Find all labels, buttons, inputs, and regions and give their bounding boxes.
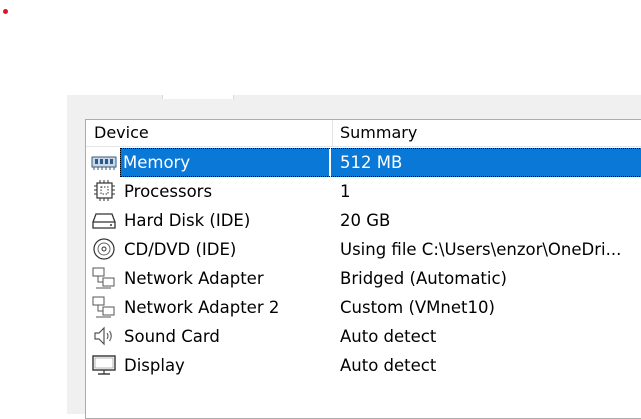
cd-dvd-icon — [91, 237, 117, 261]
display-icon — [91, 353, 117, 377]
column-separator[interactable] — [332, 120, 333, 146]
device-row-network-adapter[interactable]: Network Adapter Bridged (Automatic) — [86, 264, 641, 293]
device-row-memory[interactable]: Memory 512 MB — [86, 148, 641, 177]
hard-disk-icon — [91, 208, 117, 232]
list-header: Device Summary — [86, 120, 641, 147]
column-header-summary[interactable]: Summary — [340, 120, 417, 146]
device-summary: 1 — [340, 182, 351, 201]
device-summary: Bridged (Automatic) — [340, 269, 507, 288]
sound-card-icon — [91, 324, 117, 348]
tab-stub[interactable] — [162, 95, 234, 99]
device-summary: Using file C:\Users\enzor\OneDri... — [340, 240, 622, 259]
device-name: Sound Card — [124, 327, 220, 346]
memory-icon — [91, 150, 117, 174]
device-name: Network Adapter — [124, 269, 264, 288]
processor-icon — [91, 179, 117, 203]
device-summary: Auto detect — [340, 356, 437, 375]
device-list[interactable]: Device Summary Memory 512 MB Processors … — [85, 119, 641, 419]
device-row-cd-dvd[interactable]: CD/DVD (IDE) Using file C:\Users\enzor\O… — [86, 235, 641, 264]
column-header-device[interactable]: Device — [94, 120, 149, 146]
device-name: CD/DVD (IDE) — [124, 240, 237, 259]
device-name: Hard Disk (IDE) — [124, 211, 251, 230]
red-indicator-dot — [3, 9, 8, 14]
device-summary: Auto detect — [340, 327, 437, 346]
device-name: Memory — [120, 148, 329, 177]
device-summary: 20 GB — [340, 211, 391, 230]
hardware-panel: Device Summary Memory 512 MB Processors … — [67, 95, 641, 419]
device-row-sound-card[interactable]: Sound Card Auto detect — [86, 322, 641, 351]
device-summary: 512 MB — [340, 153, 403, 172]
device-row-processors[interactable]: Processors 1 — [86, 177, 641, 206]
device-name: Network Adapter 2 — [124, 298, 280, 317]
device-name: Processors — [124, 182, 213, 201]
device-row-network-adapter-2[interactable]: Network Adapter 2 Custom (VMnet10) — [86, 293, 641, 322]
device-name: Display — [124, 356, 185, 375]
device-summary: Custom (VMnet10) — [340, 298, 495, 317]
network-adapter-icon — [91, 295, 117, 319]
network-adapter-icon — [91, 266, 117, 290]
device-row-hard-disk[interactable]: Hard Disk (IDE) 20 GB — [86, 206, 641, 235]
device-row-display[interactable]: Display Auto detect — [86, 351, 641, 380]
